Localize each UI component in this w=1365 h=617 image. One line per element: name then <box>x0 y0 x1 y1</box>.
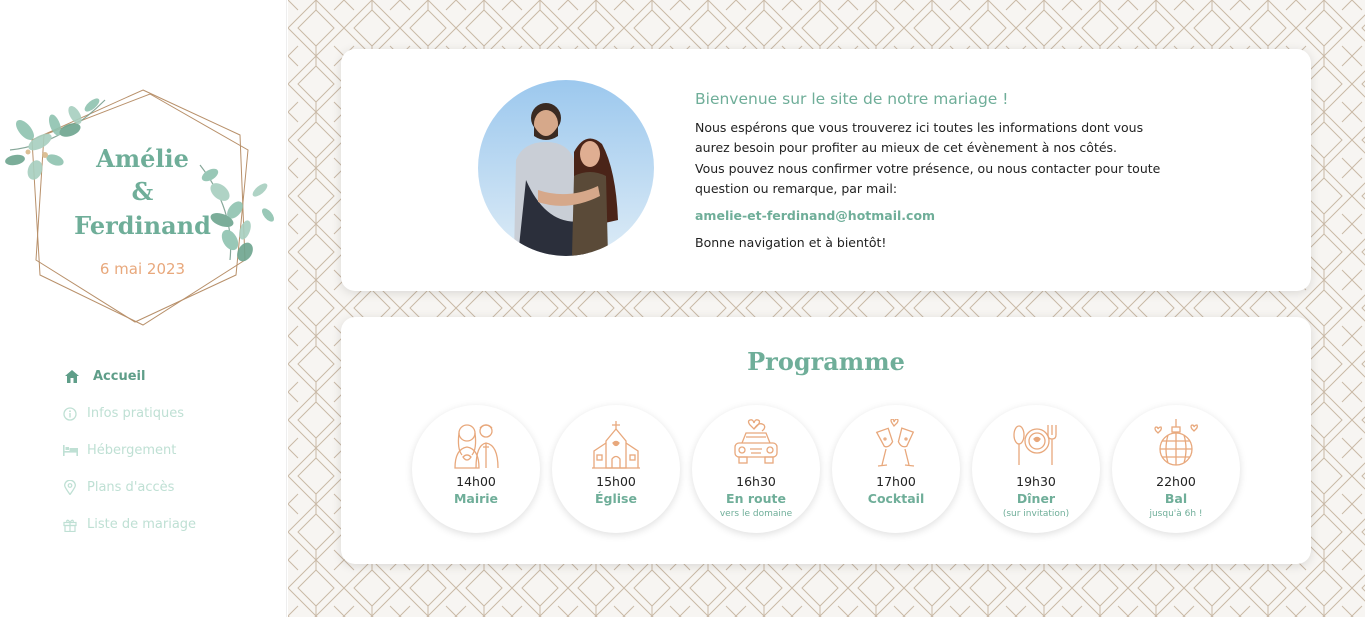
couple-name-1: Amélie <box>96 144 189 173</box>
nav-item-liste-mariage[interactable]: Liste de mariage <box>62 506 196 543</box>
event-name: Bal <box>1164 491 1188 506</box>
event-name: Cocktail <box>867 491 925 506</box>
sidebar: Amélie & Ferdinand 6 mai 2023 Accueil In… <box>0 0 287 617</box>
info-icon <box>62 406 78 422</box>
wedding-car-icon <box>734 419 778 464</box>
welcome-paragraph-1: Nous espérons que vous trouverez ici tou… <box>695 119 1144 156</box>
event-time: 22h00 <box>1156 474 1196 489</box>
nav-label: Hébergement <box>87 443 177 458</box>
welcome-title: Bienvenue sur le site de notre mariage ! <box>695 90 1009 108</box>
nav-item-accueil[interactable]: Accueil <box>62 358 196 395</box>
event-subtitle: jusqu'à 6h ! <box>1149 509 1203 519</box>
event-en-route[interactable]: 16h30 En route vers le domaine <box>692 405 820 533</box>
event-subtitle: (sur invitation) <box>1002 509 1070 519</box>
map-pin-icon <box>62 480 78 496</box>
programme-title: Programme <box>747 347 905 376</box>
wedding-date: 6 mai 2023 <box>99 260 186 278</box>
event-name: Dîner <box>1016 491 1056 506</box>
event-mairie[interactable]: 14h00 Mairie <box>412 405 540 533</box>
welcome-paragraph-2: Vous pouvez nous confirmer votre présenc… <box>695 160 1161 197</box>
couple-name-2: Ferdinand <box>74 211 211 240</box>
couple-photo <box>478 80 654 256</box>
main-content: Bienvenue sur le site de notre mariage !… <box>288 0 1365 617</box>
church-icon <box>592 421 640 469</box>
event-time: 16h30 <box>736 474 776 489</box>
event-name: En route <box>726 491 786 506</box>
event-time: 17h00 <box>876 474 916 489</box>
nav-item-hebergement[interactable]: Hébergement <box>62 432 196 469</box>
couple-icon <box>454 424 499 469</box>
nav-label: Plans d'accès <box>87 480 175 495</box>
contact-email-link[interactable]: amelie-et-ferdinand@hotmail.com <box>695 206 1175 227</box>
sidebar-nav: Accueil Infos pratiques Hébergement Plan… <box>62 358 196 543</box>
nav-label: Infos pratiques <box>87 406 185 421</box>
wedding-logo[interactable]: Amélie & Ferdinand 6 mai 2023 <box>0 80 287 340</box>
event-time: 14h00 <box>456 474 496 489</box>
nav-item-plans-acces[interactable]: Plans d'accès <box>62 469 196 506</box>
event-name: Église <box>595 491 637 506</box>
event-time: 15h00 <box>596 474 636 489</box>
dinner-plate-icon <box>1013 425 1057 465</box>
event-cocktail[interactable]: 17h00 Cocktail <box>832 405 960 533</box>
event-time: 19h30 <box>1016 474 1056 489</box>
bed-icon <box>62 443 78 459</box>
event-name: Mairie <box>453 491 499 506</box>
nav-item-infos-pratiques[interactable]: Infos pratiques <box>62 395 196 432</box>
event-eglise[interactable]: 15h00 Église <box>552 405 680 533</box>
home-icon <box>64 369 80 385</box>
programme-events: 14h00 Mairie 15h00 Église 16h30 En route… <box>412 405 1252 533</box>
welcome-card: Bienvenue sur le site de notre mariage !… <box>341 49 1311 291</box>
programme-card: Programme 14h00 Mairie 15h00 Église 16h3… <box>341 317 1311 564</box>
event-bal[interactable]: 22h00 Bal jusqu'à 6h ! <box>1112 405 1240 533</box>
event-diner[interactable]: 19h30 Dîner (sur invitation) <box>972 405 1100 533</box>
gift-icon <box>62 517 78 533</box>
disco-ball-icon <box>1154 419 1198 466</box>
welcome-closing: Bonne navigation et à bientôt! <box>695 235 887 250</box>
welcome-text-block: Bienvenue sur le site de notre mariage !… <box>695 89 1175 254</box>
nav-label: Liste de mariage <box>87 517 197 532</box>
nav-label: Accueil <box>93 369 146 384</box>
ampersand: & <box>131 177 154 206</box>
event-subtitle: vers le domaine <box>719 509 793 519</box>
champagne-icon <box>875 419 915 467</box>
